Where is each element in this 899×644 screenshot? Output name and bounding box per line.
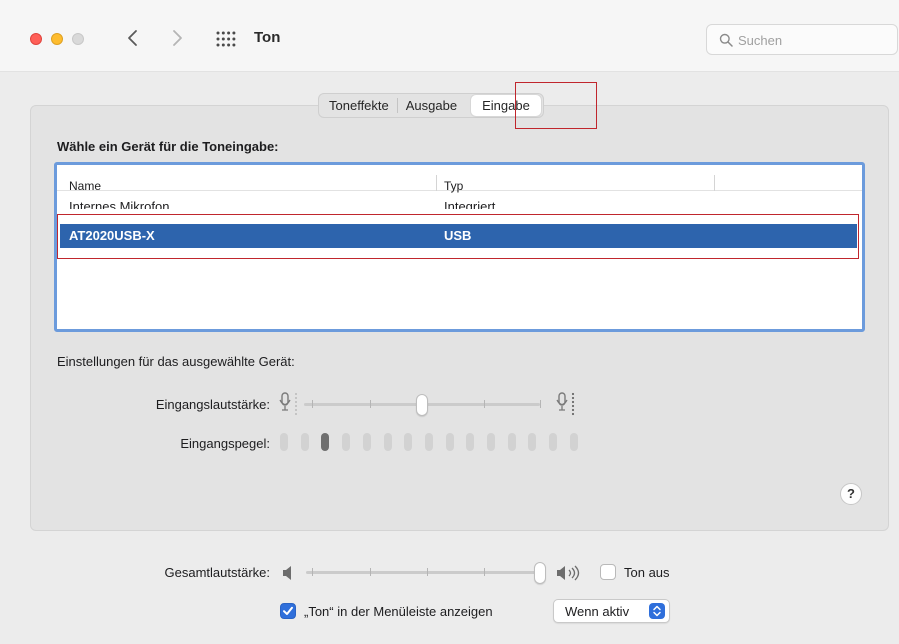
column-divider xyxy=(714,175,715,191)
section-title: Wähle ein Gerät für die Toneingabe: xyxy=(57,139,279,154)
tab-highlight-box xyxy=(515,82,597,129)
mic-low-icon xyxy=(278,389,304,420)
row-highlight-box xyxy=(57,214,859,259)
level-segment xyxy=(342,433,350,451)
level-segment xyxy=(363,433,371,451)
tab-toneffekte[interactable]: Toneffekte xyxy=(321,95,397,116)
settings-label: Einstellungen für das ausgewählte Gerät: xyxy=(57,354,295,369)
slider-tick xyxy=(427,568,428,576)
minimize-window-button[interactable] xyxy=(51,33,63,45)
master-volume-knob[interactable] xyxy=(534,562,546,584)
forward-button[interactable] xyxy=(168,26,186,50)
speaker-high-icon xyxy=(556,564,586,585)
level-segment xyxy=(404,433,412,451)
mute-checkbox[interactable] xyxy=(600,564,616,580)
level-segment xyxy=(487,433,495,451)
back-button[interactable] xyxy=(124,26,142,50)
level-segment xyxy=(570,433,578,451)
column-divider xyxy=(436,175,437,191)
level-segment xyxy=(528,433,536,451)
level-segment xyxy=(508,433,516,451)
close-window-button[interactable] xyxy=(30,33,42,45)
mute-label: Ton aus xyxy=(624,565,670,580)
level-segment xyxy=(425,433,433,451)
level-segment xyxy=(301,433,309,451)
table-row[interactable]: Internes Mikrofon Integriert xyxy=(57,197,862,209)
input-volume-label: Eingangslautstärke: xyxy=(155,397,270,412)
popup-value: Wenn aktiv xyxy=(565,604,630,619)
search-icon xyxy=(719,33,733,47)
level-segment xyxy=(321,433,329,451)
show-in-menubar-checkbox[interactable] xyxy=(280,603,296,619)
speaker-low-icon xyxy=(282,565,296,584)
show-in-menubar-label: „Ton“ in der Menüleiste anzeigen xyxy=(304,604,493,619)
level-segment xyxy=(384,433,392,451)
window-title: Ton xyxy=(254,29,281,46)
column-header-name[interactable]: Name xyxy=(69,179,101,193)
slider-tick xyxy=(484,568,485,576)
level-segment xyxy=(549,433,557,451)
tab-ausgabe[interactable]: Ausgabe xyxy=(398,95,465,116)
fullscreen-window-button[interactable] xyxy=(72,33,84,45)
slider-tick xyxy=(540,400,541,408)
level-segment xyxy=(466,433,474,451)
menubar-visibility-popup[interactable]: Wenn aktiv xyxy=(553,599,670,623)
show-all-button[interactable] xyxy=(216,31,236,47)
master-volume-label: Gesamtlautstärke: xyxy=(164,565,271,580)
slider-tick xyxy=(484,400,485,408)
list-header: Name Typ xyxy=(57,165,862,193)
column-header-type[interactable]: Typ xyxy=(444,179,463,193)
checkmark-icon xyxy=(283,606,293,615)
level-segment xyxy=(446,433,454,451)
slider-tick xyxy=(370,568,371,576)
tab-bar: Toneffekte Ausgabe Eingabe xyxy=(318,93,544,118)
search-placeholder: Suchen xyxy=(738,33,783,48)
device-type: Integriert xyxy=(444,199,496,209)
slider-tick xyxy=(312,400,313,408)
chevron-updown-icon xyxy=(649,603,665,619)
input-level-label: Eingangspegel: xyxy=(180,436,270,451)
slider-track xyxy=(306,571,540,574)
input-volume-knob[interactable] xyxy=(416,394,428,416)
mic-high-icon xyxy=(555,389,585,420)
help-button[interactable]: ? xyxy=(840,483,862,505)
title-bar: Ton Suchen xyxy=(0,0,899,72)
slider-tick xyxy=(312,568,313,576)
chevron-right-icon xyxy=(173,30,182,46)
level-segment xyxy=(280,433,288,451)
device-name: Internes Mikrofon xyxy=(69,199,170,209)
slider-tick xyxy=(370,400,371,408)
chevron-left-icon xyxy=(128,30,137,46)
grid-icon xyxy=(216,31,236,47)
search-field[interactable]: Suchen xyxy=(706,24,898,55)
